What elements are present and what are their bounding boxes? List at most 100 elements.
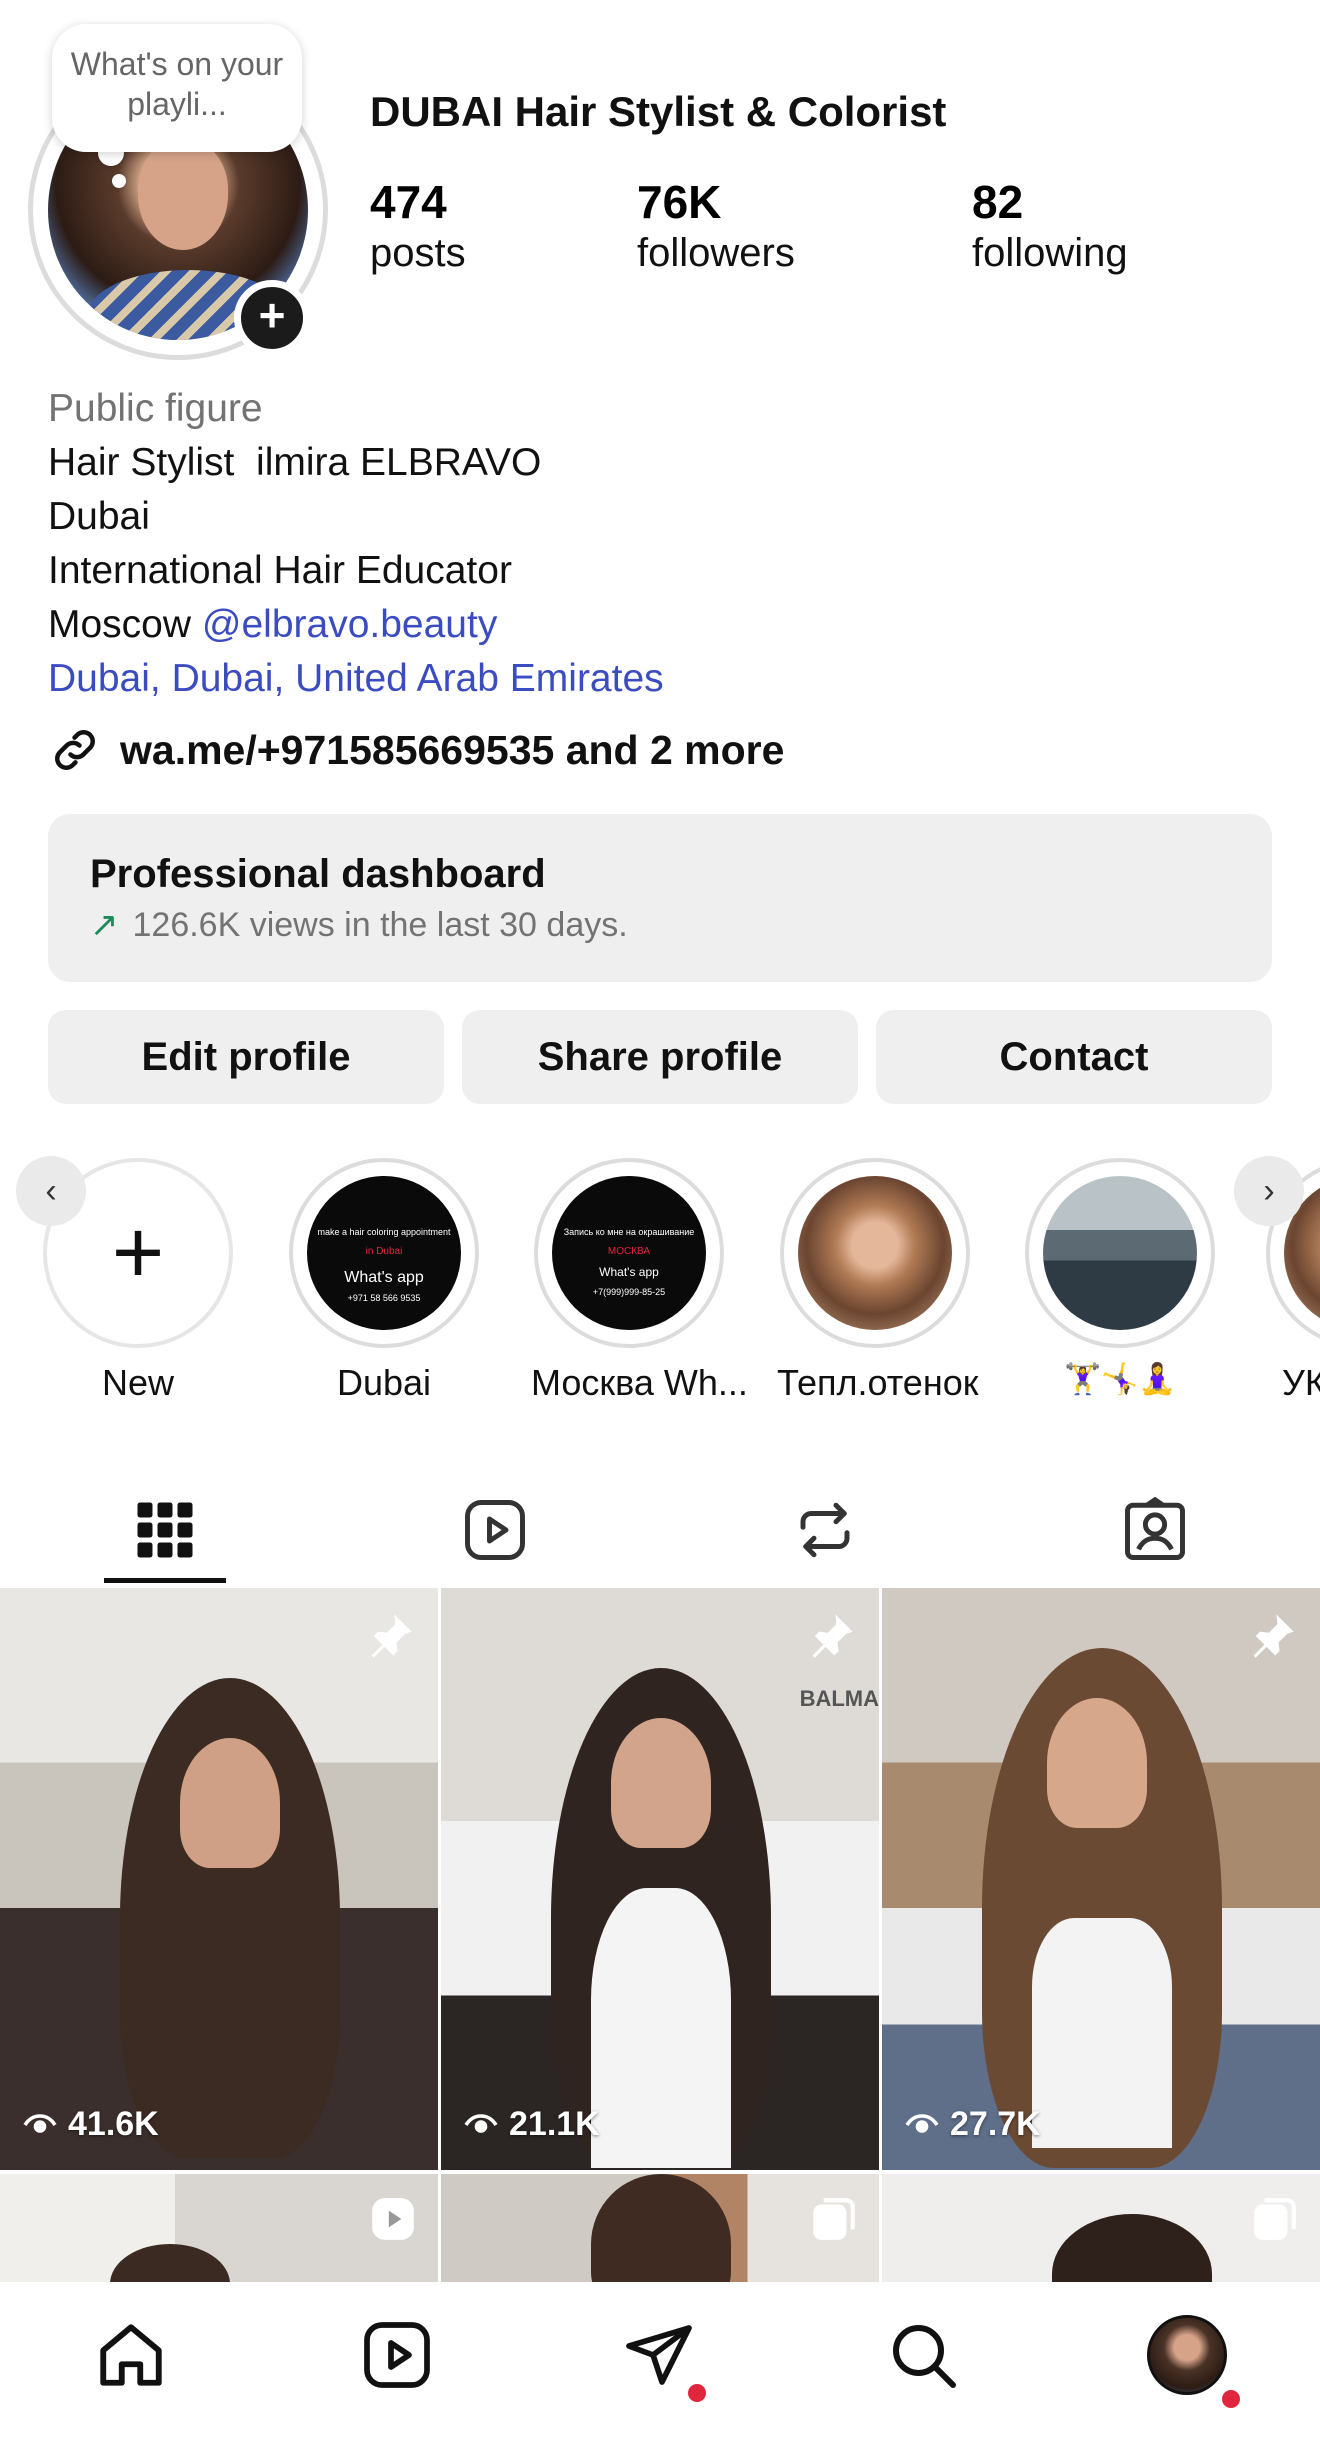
highlight-cover <box>1043 1176 1197 1330</box>
bio-category: Public figure <box>48 387 263 430</box>
highlight-moscow[interactable]: Запись ко мне на окрашивание МОСКВА What… <box>531 1158 748 1404</box>
highlight-dubai[interactable]: make a hair coloring appointment in Duba… <box>286 1158 482 1404</box>
dashboard-title: Professional dashboard <box>90 852 546 896</box>
nav-profile[interactable] <box>1142 2310 1240 2408</box>
reels-icon <box>465 1500 525 1560</box>
avatar-face <box>138 140 228 250</box>
note-bubble[interactable]: What's on your playli... <box>52 24 302 152</box>
highlight-label: Тепл.отенок <box>777 1362 979 1403</box>
add-story-button[interactable]: + <box>234 280 310 356</box>
trend-up-icon: ↗ <box>90 906 119 944</box>
search-icon <box>893 2325 956 2388</box>
pin-icon <box>812 1614 853 1658</box>
profile-avatar <box>1147 2315 1227 2395</box>
post-figure <box>110 2244 230 2282</box>
bottom-nav <box>0 2282 1320 2449</box>
post-cardigan <box>591 1888 731 2168</box>
bio-line: Hair Stylist ilmira ELBRAVO <box>48 441 542 484</box>
highlight-ring <box>780 1158 970 1348</box>
tab-reposts[interactable] <box>660 1480 990 1580</box>
post-top <box>1032 1918 1172 2148</box>
tagged-icon <box>1125 1497 1185 1560</box>
highlight-label: New <box>101 1362 175 1403</box>
cover-text: make a hair coloring appointment <box>317 1227 451 1237</box>
nav-home[interactable] <box>86 2310 176 2400</box>
following-count: 82 <box>972 176 1024 228</box>
highlight-label: Москва Wh... <box>531 1362 748 1403</box>
reposts-icon <box>800 1502 850 1558</box>
followers-count: 76K <box>637 176 722 228</box>
reels-icon <box>364 2322 430 2388</box>
home-icon <box>100 2324 162 2386</box>
highlight-ring: Запись ко мне на окрашивание МОСКВА What… <box>534 1158 724 1348</box>
pin-icon <box>371 1614 412 1658</box>
followers-stat[interactable]: 76K followers <box>637 176 795 278</box>
eye-icon <box>464 2113 498 2133</box>
contact-button[interactable]: Contact <box>876 1010 1272 1104</box>
location-link[interactable]: Dubai, Dubai, United Arab Emirates <box>48 652 664 706</box>
posts-count: 474 <box>370 176 447 228</box>
highlight-label: 🏋️‍♀️🤸‍♀️🧘‍♀️ <box>1063 1363 1177 1396</box>
dashboard-subtitle: ↗ 126.6K views in the last 30 days. <box>90 902 1230 948</box>
bio: Public figure Hair Stylist ilmira ELBRAV… <box>48 382 664 706</box>
profile-name: DUBAI Hair Stylist & Colorist <box>370 88 947 135</box>
view-count-text: 41.6K <box>68 2105 159 2143</box>
posts-label: posts <box>370 231 466 275</box>
bio-line: Dubai <box>48 495 150 538</box>
view-count-text: 21.1K <box>509 2105 600 2143</box>
carousel-icon <box>1254 2198 1296 2240</box>
link-icon <box>55 730 95 770</box>
tab-grid[interactable] <box>0 1480 330 1580</box>
view-count-text: 27.7K <box>950 2105 1041 2143</box>
notification-dot <box>1222 2390 1240 2408</box>
pin-icon <box>1253 1614 1294 1658</box>
cover-text: Запись ко мне на окрашивание <box>563 1227 695 1237</box>
grid-post[interactable]: 27.7K <box>882 1588 1320 2170</box>
nav-reels[interactable] <box>352 2310 442 2400</box>
cover-text: What's app <box>344 1269 424 1286</box>
cover-text: +971 58 566 9535 <box>347 1293 421 1303</box>
edit-profile-button[interactable]: Edit profile <box>48 1010 444 1104</box>
posts-stat[interactable]: 474 posts <box>370 176 466 278</box>
highlight-cover <box>798 1176 952 1330</box>
chevron-left-icon[interactable]: ‹ <box>16 1156 86 1226</box>
post-figure <box>591 2174 731 2282</box>
tab-reels[interactable] <box>330 1480 660 1580</box>
note-text: What's on your playli... <box>70 46 284 122</box>
highlight-fitness[interactable]: 🏋️‍♀️🤸‍♀️🧘‍♀️ <box>1022 1158 1218 1397</box>
dashboard-views: 126.6K views in the last 30 days. <box>132 906 628 944</box>
mention-link[interactable]: @elbravo.beauty <box>202 603 497 646</box>
grid-post[interactable]: BALMA 21.1K <box>441 1588 879 2170</box>
grid-post[interactable] <box>882 2174 1320 2282</box>
grid-post[interactable] <box>0 2174 438 2282</box>
post-face <box>611 1718 711 1848</box>
view-count: 21.1K <box>463 2105 600 2144</box>
bio-line: International Hair Educator <box>48 549 512 592</box>
highlight-warm-tone[interactable]: Тепл.отенок <box>777 1158 979 1404</box>
grid-post[interactable] <box>441 2174 879 2282</box>
cover-text: МОСКВА <box>607 1246 651 1257</box>
following-stat[interactable]: 82 following <box>972 176 1128 278</box>
eye-icon <box>23 2113 57 2133</box>
bio-text: Moscow <box>48 603 192 646</box>
carousel-icon <box>813 2198 855 2240</box>
followers-label: followers <box>637 231 795 275</box>
share-profile-button[interactable]: Share profile <box>462 1010 858 1104</box>
tab-tagged[interactable] <box>990 1480 1320 1580</box>
bio-line-moscow: Moscow @elbravo.beauty <box>48 598 664 652</box>
nav-search[interactable] <box>878 2310 968 2400</box>
view-count: 27.7K <box>904 2105 1041 2144</box>
cover-text: +7(999)999-85-25 <box>592 1287 666 1297</box>
post-face <box>1047 1698 1147 1828</box>
cover-text: What's app <box>599 1265 659 1279</box>
grid-post[interactable]: 41.6K <box>0 1588 438 2170</box>
highlight-cover: make a hair coloring appointment in Duba… <box>307 1176 461 1330</box>
chevron-right-icon[interactable]: › <box>1234 1156 1304 1226</box>
nav-direct-messages[interactable] <box>614 2310 706 2402</box>
eye-icon <box>905 2113 939 2133</box>
professional-dashboard[interactable]: Professional dashboard ↗ 126.6K views in… <box>48 814 1272 982</box>
highlight-label: УК <box>1282 1362 1320 1403</box>
direct-messages-icon <box>626 2325 692 2385</box>
highlight-ring: make a hair coloring appointment in Duba… <box>289 1158 479 1348</box>
external-link[interactable]: wa.me/+971585669535 and 2 more <box>48 720 784 780</box>
